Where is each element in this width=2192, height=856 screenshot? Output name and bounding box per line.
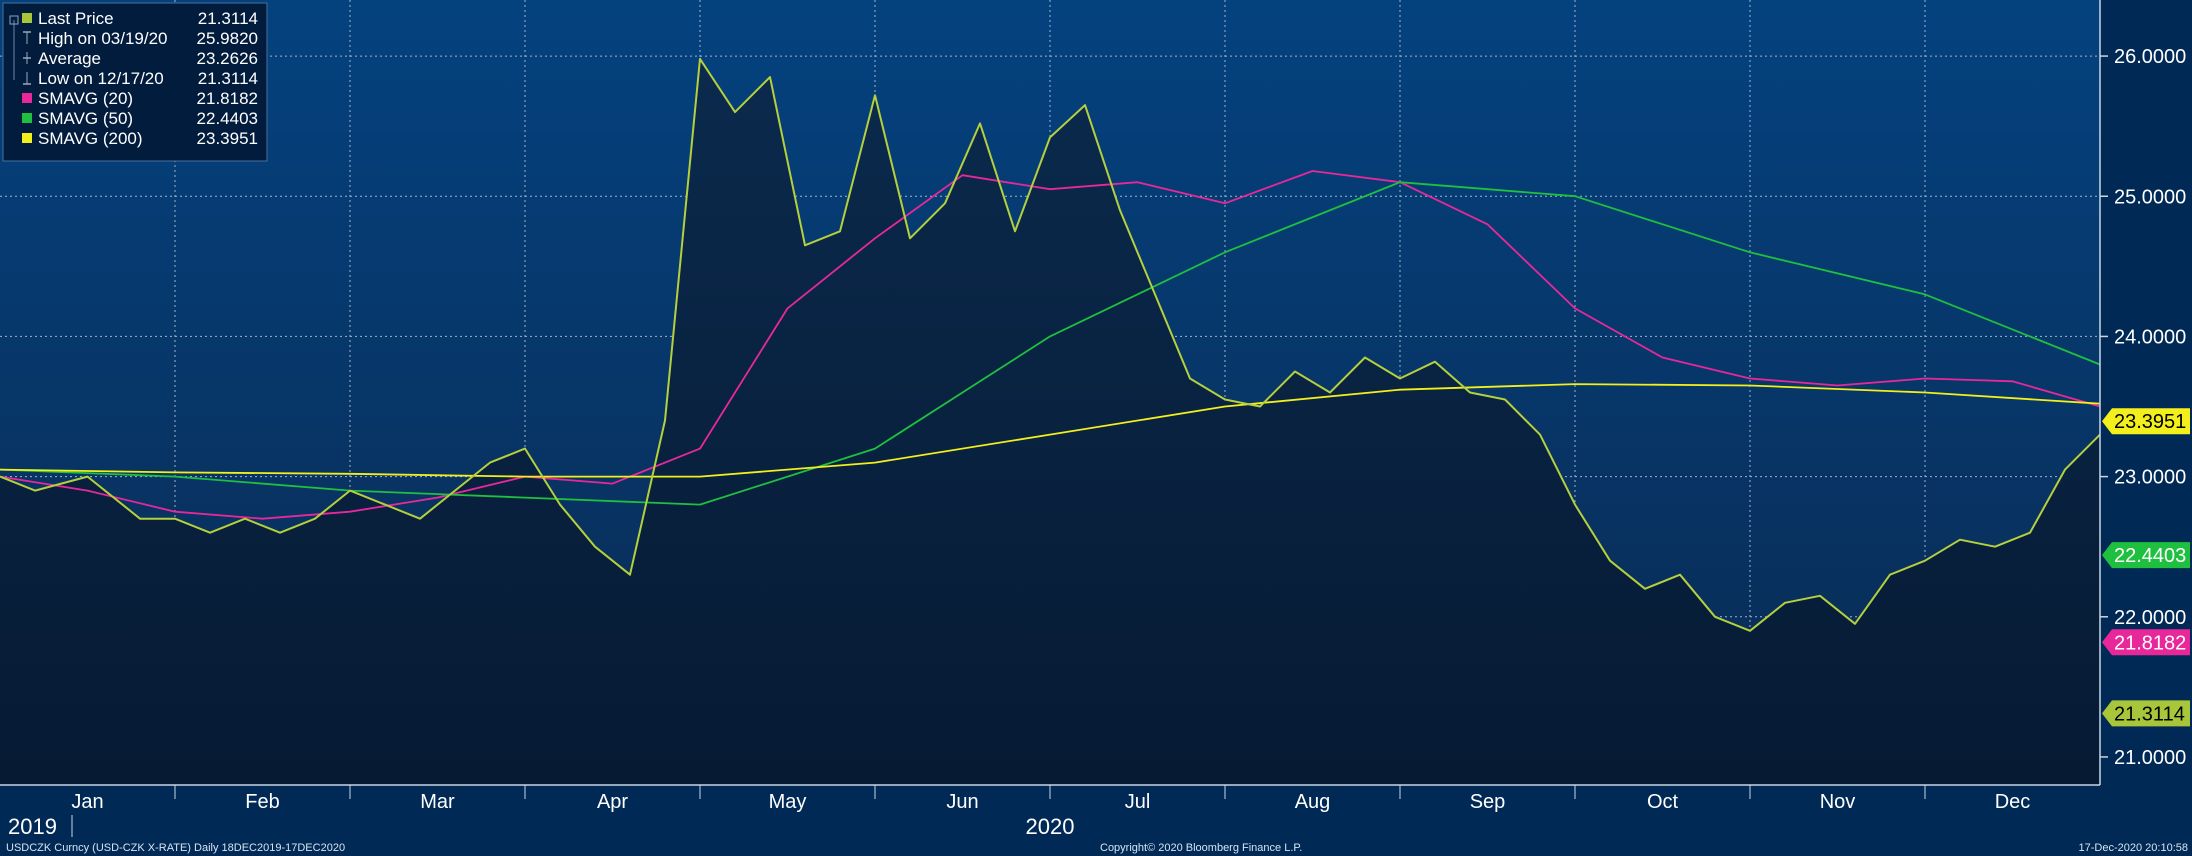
last-value-tag: 21.8182 bbox=[2102, 629, 2190, 656]
legend-label: SMAVG (20) bbox=[38, 89, 133, 108]
x-tick-label: Oct bbox=[1647, 791, 1679, 813]
last-value-tag: 21.3114 bbox=[2102, 700, 2190, 727]
x-tick-label: Sep bbox=[1470, 791, 1506, 813]
legend: Last Price 21.3114 High on 03/19/20 25.9820… bbox=[2, 2, 268, 162]
legend-swatch bbox=[22, 133, 32, 143]
legend-swatch bbox=[22, 113, 32, 123]
legend-label: Low on 12/17/20 bbox=[38, 69, 164, 88]
legend-label: SMAVG (200) bbox=[38, 129, 143, 148]
legend-label: SMAVG (50) bbox=[38, 109, 133, 128]
y-tick-label: 23.0000 bbox=[2114, 467, 2186, 489]
x-tick-label: Mar bbox=[420, 791, 455, 813]
footer-ticker: USDCZK Curncy (USD-CZK X-RATE) Daily 18D… bbox=[6, 842, 345, 854]
legend-swatch bbox=[22, 93, 32, 103]
y-tick-label: 24.0000 bbox=[2114, 326, 2186, 348]
x-tick-label: Jul bbox=[1125, 791, 1151, 813]
footer-copyright: Copyright© 2020 Bloomberg Finance L.P. bbox=[1100, 842, 1302, 854]
legend-value: 23.2626 bbox=[197, 49, 258, 68]
legend-label: Last Price bbox=[38, 9, 114, 28]
legend-value: 22.4403 bbox=[197, 109, 258, 128]
y-tick-label: 21.0000 bbox=[2114, 747, 2186, 769]
x-tick-label: Apr bbox=[597, 791, 628, 813]
x-tick-label: Feb bbox=[245, 791, 279, 813]
last-value-tag-label: 22.4403 bbox=[2114, 545, 2186, 567]
x-tick-label: Aug bbox=[1295, 791, 1331, 813]
legend-label: High on 03/19/20 bbox=[38, 29, 168, 48]
legend-label: Average bbox=[38, 49, 101, 68]
legend-item: Low on 12/17/20 21.3114 bbox=[23, 69, 258, 88]
footer-timestamp: 17-Dec-2020 20:10:58 bbox=[2079, 842, 2188, 854]
legend-item: High on 03/19/20 25.9820 bbox=[23, 29, 258, 48]
last-value-tag-label: 21.8182 bbox=[2114, 632, 2186, 654]
x-tick-label: Jan bbox=[71, 791, 103, 813]
y-tick-label: 22.0000 bbox=[2114, 607, 2186, 629]
year-label-2020: 2020 bbox=[1026, 814, 1075, 839]
legend-value: 21.3114 bbox=[198, 9, 258, 28]
last-value-tag-label: 21.3114 bbox=[2114, 703, 2185, 725]
x-tick-label: Jun bbox=[946, 791, 978, 813]
y-tick-label: 26.0000 bbox=[2114, 46, 2186, 68]
legend-value: 21.8182 bbox=[197, 89, 258, 108]
year-label-2019: 2019 bbox=[8, 814, 57, 839]
legend-item: SMAVG (200) 23.3951 bbox=[22, 129, 258, 148]
x-tick-label: Dec bbox=[1995, 791, 2031, 813]
x-tick-label: Nov bbox=[1820, 791, 1856, 813]
legend-value: 25.9820 bbox=[197, 29, 258, 48]
y-tick-label: 25.0000 bbox=[2114, 186, 2186, 208]
last-value-tag-label: 23.3951 bbox=[2114, 411, 2186, 433]
x-tick-label: May bbox=[769, 791, 807, 813]
last-value-tag: 23.3951 bbox=[2102, 408, 2190, 435]
last-value-tag: 22.4403 bbox=[2102, 542, 2190, 569]
legend-value: 23.3951 bbox=[197, 129, 258, 148]
chart: 21.0000 22.0000 23.0000 24.0000 25.0000 26.00… bbox=[0, 0, 2192, 856]
legend-value: 21.3114 bbox=[198, 69, 258, 88]
legend-swatch bbox=[22, 13, 32, 23]
